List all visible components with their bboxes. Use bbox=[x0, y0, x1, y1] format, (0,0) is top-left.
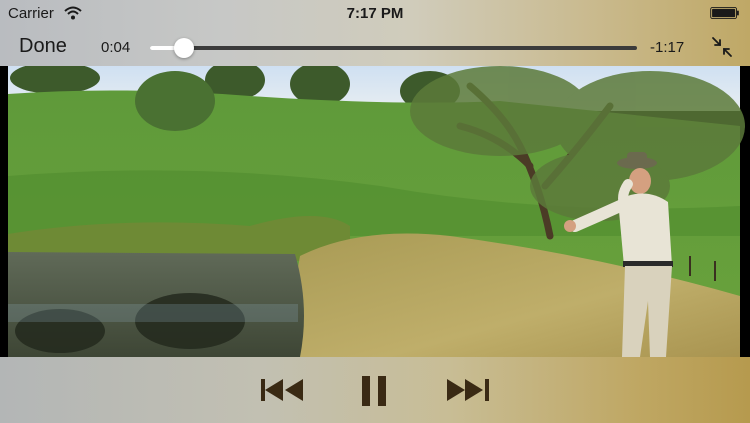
skip-forward-icon[interactable] bbox=[445, 379, 489, 401]
status-time: 7:17 PM bbox=[346, 5, 404, 22]
scrubber-thumb[interactable] bbox=[174, 38, 195, 58]
playback-nav-bar: Done 0:04 -1:17 bbox=[0, 28, 750, 66]
battery-icon bbox=[710, 7, 739, 19]
remaining-time: -1:17 bbox=[650, 39, 685, 56]
skip-back-icon[interactable] bbox=[261, 379, 305, 401]
status-bar: Carrier 7:17 PM bbox=[0, 0, 750, 28]
player-bottom-bar bbox=[0, 357, 750, 423]
exit-fullscreen-icon[interactable] bbox=[711, 36, 733, 58]
player-top-bar: Carrier 7:17 PM Done 0:04 -1:17 bbox=[0, 0, 750, 66]
done-button[interactable]: Done bbox=[19, 35, 67, 58]
video-frame[interactable] bbox=[0, 66, 750, 357]
playback-scrubber[interactable] bbox=[150, 38, 637, 58]
elapsed-time: 0:04 bbox=[101, 39, 131, 56]
video-scene-image bbox=[0, 66, 750, 357]
pause-icon[interactable] bbox=[362, 376, 388, 406]
